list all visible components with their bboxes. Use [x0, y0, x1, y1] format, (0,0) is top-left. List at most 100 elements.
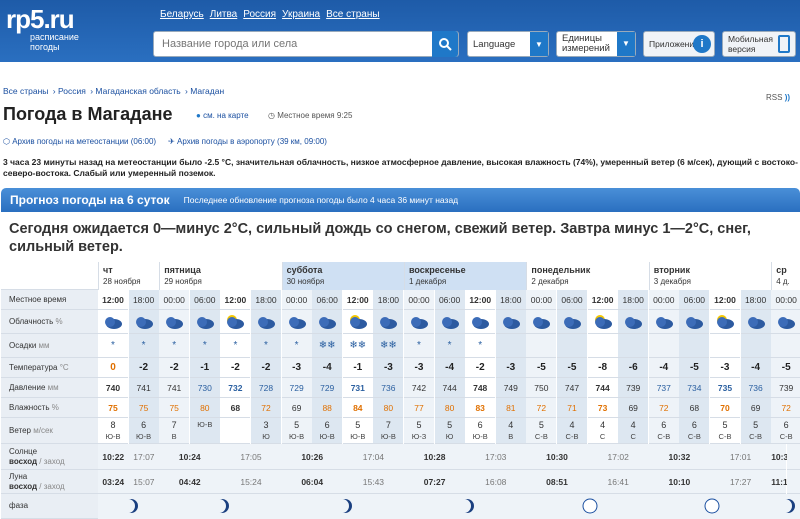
local-time: ◷ Местное время 9:25 [268, 111, 352, 120]
day-header: ср 4 д. [771, 262, 800, 290]
cloud-icon [166, 317, 184, 329]
country-link-belarus[interactable]: Беларусь [160, 9, 204, 20]
rss-label: RSS [766, 93, 783, 102]
archive-station-label: Архив погоды на метеостанции (06:00) [12, 137, 157, 146]
archive-airport-link[interactable]: ✈ Архив погоды в аэропорту (39 км, 09:00… [168, 137, 327, 146]
apps-button[interactable]: Приложения i [643, 31, 715, 57]
search-box [153, 31, 459, 57]
wind-direction: Ю-В [136, 432, 152, 441]
moonrise-time: 10:10 [648, 470, 710, 494]
cloud-icon [411, 317, 428, 329]
cloud-cell [526, 310, 557, 334]
day-header: воскресенье 1 декабря [404, 262, 527, 290]
pressure-cell: 729 [312, 378, 343, 398]
cloud-icon [778, 317, 796, 329]
rss-link[interactable]: RSS )) [766, 93, 790, 102]
temp-cell: -4 [434, 358, 465, 378]
wind-cell: 5 Ю-В [342, 418, 373, 444]
breadcrumb-item[interactable]: Россия [58, 86, 86, 96]
snowflake-icon: * [172, 340, 177, 351]
forecast-summary: Сегодня ожидается 0—минус 2°C, сильный д… [9, 221, 751, 255]
row-label-pressure-text: Давление мм [9, 383, 98, 393]
humidity-cell: 80 [189, 398, 220, 418]
cloud-cell [648, 310, 679, 334]
day-date: 2 декабря [531, 277, 569, 286]
wind-speed: 5 [294, 420, 300, 430]
temp-cell: -2 [220, 358, 251, 378]
moonrise-time: 07:27 [404, 470, 466, 494]
precip-cell [495, 334, 526, 358]
day-header: чт 28 ноября [98, 262, 160, 290]
hour-cell: 12:00 [465, 290, 496, 310]
cloud-icon [472, 317, 490, 329]
pressure-cell: 742 [404, 378, 434, 398]
map-pin-icon: ● [196, 111, 201, 120]
country-link-ukraine[interactable]: Украина [282, 9, 320, 20]
temp-cell: -3 [495, 358, 526, 378]
moonset-time: 15:24 [220, 470, 282, 494]
moon-icon [704, 498, 720, 514]
sunrise-time: 10:34 [771, 444, 793, 470]
day-name: суббота [286, 265, 323, 275]
wind-cell: 4В [495, 418, 526, 444]
cloud-cell [710, 310, 740, 334]
snowflake-icon: * [294, 340, 299, 351]
cloud-icon [441, 317, 459, 329]
humidity-cell: 75 [128, 398, 159, 418]
moonset-time [786, 470, 800, 494]
pressure-cell: 735 [710, 378, 740, 398]
search-input[interactable] [154, 32, 424, 56]
wind-cell: 5 С-В [710, 418, 740, 444]
hour-cell: 12:00 [98, 290, 128, 310]
precip-cell: * [189, 334, 220, 358]
language-select[interactable]: Language ▼ [467, 31, 549, 57]
precip-cell [587, 334, 618, 358]
country-link-all[interactable]: Все страны [326, 9, 379, 20]
units-select[interactable]: Единицы измерений ▼ [556, 31, 636, 57]
humidity-cell: 72 [526, 398, 557, 418]
precip-cell: ❄❄ [342, 334, 373, 358]
temp-cell: -4 [740, 358, 771, 378]
snowflake-icon: * [264, 340, 268, 351]
wind-direction: Ю-В [289, 432, 305, 441]
apps-label: Приложения [649, 39, 699, 49]
row-label-humidity: Влажность % [1, 398, 98, 418]
day-name: ср [776, 265, 787, 275]
row-label-temp-name: Температура [9, 362, 60, 372]
cloud-cell [220, 310, 251, 334]
moon-phase-icon [648, 494, 772, 519]
wind-cell: 6 С-В [648, 418, 679, 444]
pressure-cell: 736 [740, 378, 771, 398]
cloud-cell [618, 310, 649, 334]
search-button[interactable] [432, 31, 458, 57]
pressure-cell: 731 [342, 378, 373, 398]
wind-cell [220, 418, 251, 444]
breadcrumb-item[interactable]: Магаданская область [95, 86, 180, 96]
temp-cell: -2 [251, 358, 281, 378]
mobile-version-button[interactable]: Мобильная версия [722, 31, 796, 57]
sunrise-time: 10:28 [404, 444, 466, 470]
sunrise-time: 10:22 [98, 444, 129, 470]
site-logo[interactable]: rp5.ru расписание погоды [6, 6, 88, 58]
snowflake-icon: * [202, 340, 207, 351]
humidity-cell: 83 [465, 398, 496, 418]
breadcrumb-item[interactable]: Магадан [190, 86, 224, 96]
day-header: вторник 3 декабря [648, 262, 772, 290]
language-label: Language [473, 38, 516, 50]
row-label-precip-name: Осадки [9, 340, 39, 350]
humidity-cell: 71 [557, 398, 587, 418]
moon-phase-icon [98, 494, 160, 519]
country-link-lithuania[interactable]: Литва [210, 9, 238, 20]
wind-speed: 7 [385, 420, 391, 430]
wind-cell: 7 Ю-В [373, 418, 404, 444]
humidity-cell: 70 [710, 398, 740, 418]
country-link-russia[interactable]: Россия [243, 9, 276, 20]
archive-station-link[interactable]: ⬡ Архив погоды на метеостанции (06:00) [3, 137, 156, 146]
map-link[interactable]: ● см. на карте [196, 111, 249, 120]
snowflake-icon: * [111, 340, 115, 351]
row-label-precip-text: Осадки мм [9, 341, 98, 351]
cloud-icon [227, 315, 245, 329]
row-label-wind-text: Ветер м/сек [9, 426, 98, 436]
breadcrumb-item[interactable]: Все страны [3, 86, 48, 96]
wind-speed: 7 [171, 420, 177, 430]
